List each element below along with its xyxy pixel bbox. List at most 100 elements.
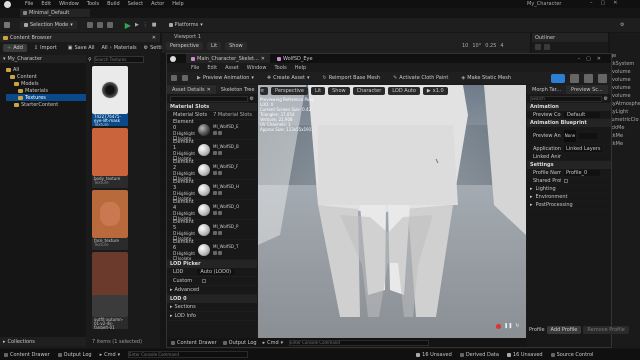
lighting-row[interactable]: ▸ Lighting [527,185,611,193]
material-thumbnail[interactable] [198,143,210,156]
output-log-button[interactable]: Output Log [222,340,257,346]
browse-icon[interactable] [213,151,217,155]
record-icon[interactable] [496,323,501,329]
mesh-mode-icon[interactable] [570,73,579,83]
cinematics-icon[interactable] [106,22,113,28]
profile-name-input[interactable]: Profile_0 [564,169,600,176]
blueprint-icon[interactable] [96,22,103,28]
playback-speed-button[interactable]: ▶ x1.0 [422,87,448,95]
details-item[interactable]: ckSystem [610,61,640,69]
details-item[interactable]: ickMe [610,125,640,133]
material-thumbnail[interactable] [198,163,210,176]
settings-icon[interactable]: ⚙ [604,96,608,102]
content-drawer-button[interactable]: Content Drawer [4,352,50,358]
use-selected-icon[interactable] [218,231,222,235]
material-dropdown[interactable]: MI_WolfSD_T [213,244,238,249]
perspective-button[interactable]: Perspective [271,87,308,95]
material-thumbnail[interactable] [198,223,210,236]
level-viewport[interactable]: Viewport 1 Perspective Lit Show 10 10° 0… [162,33,530,53]
environment-row[interactable]: ▸ Environment [527,193,611,201]
lit-button[interactable]: Lit [206,42,222,50]
import-button[interactable]: ⇩ Import [30,44,61,52]
collections-section[interactable]: ▸ Collections [0,337,86,346]
tree-root[interactable]: ▾ My_Character [0,55,86,63]
preview-animation-button[interactable]: ▶ Preview Animation ▾ [193,74,258,82]
content-drawer-button[interactable]: Content Drawer [171,340,217,346]
viewport-options-button[interactable]: ≡ [260,87,268,95]
highlight-checkbox[interactable] [173,251,176,255]
menu-build[interactable]: Build [107,1,120,7]
asset-tile[interactable]: face_texture Texture [92,190,128,250]
close-icon[interactable]: ✕ [261,56,265,62]
level-tab[interactable]: Minimal_Default [20,9,90,17]
highlight-checkbox[interactable] [173,191,176,195]
highlight-checkbox[interactable] [173,151,176,155]
source-control-button[interactable]: Source Control [550,352,593,358]
browse-icon[interactable] [213,231,217,235]
use-selected-icon[interactable] [218,251,222,255]
breadcrumb-all[interactable]: All [102,45,108,51]
tree-item-textures[interactable]: Textures [6,94,86,101]
asset-tile[interactable]: outfit-autumn-01-v2-4k-fanbelt-01Texture [92,295,128,329]
use-selected-icon[interactable] [218,151,222,155]
preview-anim-thumbnail[interactable]: None [564,129,576,142]
lod-auto-button[interactable]: LOD Auto [388,87,420,95]
animation-header[interactable]: Animation [527,103,611,111]
breadcrumb-materials[interactable]: Materials [114,45,137,51]
material-thumbnail[interactable] [198,243,210,256]
details-item[interactable]: rvolume [610,69,640,77]
add-profile-button[interactable]: Add Profile [546,326,582,334]
material-thumbnail[interactable] [198,203,210,216]
tree-item-all[interactable]: All [6,66,86,73]
more-icon[interactable]: ⋮ [143,22,148,28]
use-selected-icon[interactable] [218,171,222,175]
menu-window[interactable]: Window [59,1,79,7]
save-all-button[interactable]: ▣ Save All [64,44,99,52]
tab-preview-scene[interactable]: Preview Sc... [566,85,608,94]
settings-icon[interactable]: ⚙ [620,22,624,28]
lod-dropdown[interactable]: Auto (LOD0) [197,269,235,275]
pause-icon[interactable]: ❚❚ [504,323,512,329]
unsaved-indicator[interactable]: 16 Unsaved [416,352,452,358]
create-asset-button[interactable]: ✚ Create Asset ▾ [263,74,314,82]
show-button[interactable]: Show [225,42,247,50]
use-selected-icon[interactable] [218,191,222,195]
loop-icon[interactable]: ↻ [515,323,519,329]
search-input[interactable] [93,56,144,63]
settings-icon[interactable]: ⚙ [250,96,254,102]
make-static-mesh-button[interactable]: ◈ Make Static Mesh [457,74,515,82]
details-search-input[interactable] [170,95,248,102]
tree-item-content[interactable]: Content [6,73,86,80]
editor-menu-window[interactable]: Window [247,65,267,71]
play-icon[interactable]: ▶ [125,21,131,30]
skeleton-mode-icon[interactable] [551,73,565,83]
settings-header[interactable]: Settings [527,161,611,169]
character-button[interactable]: Character [352,87,386,95]
menu-file[interactable]: File [25,1,33,7]
custom-checkbox[interactable] [202,279,207,283]
preview-controller-dropdown[interactable]: Default [564,111,600,118]
menu-actor[interactable]: Actor [151,1,164,7]
cmd-button[interactable]: ▸ Cmd ▾ [100,352,121,358]
close-icon[interactable]: ✕ [152,35,156,41]
details-item[interactable]: ckMe [610,141,640,149]
outliner-tab[interactable]: Outliner [532,33,608,42]
shared-profile-checkbox[interactable] [564,178,568,183]
viewport-tab[interactable]: Viewport 1 [162,33,530,41]
highlight-checkbox[interactable] [173,231,176,235]
preview-anim-dropdown[interactable] [579,132,597,139]
menu-select[interactable]: Select [128,1,143,7]
editor-menu-asset[interactable]: Asset [225,65,239,71]
reimport-base-mesh-button[interactable]: ↻ Reimport Base Mesh [319,74,385,82]
tab-morph-target[interactable]: Morph Tar... [527,85,566,94]
highlight-checkbox[interactable] [173,211,176,215]
unsaved-indicator-2[interactable]: 16 Unsaved [506,352,543,358]
material-dropdown[interactable]: MI_WolfSD_H [213,184,239,189]
tree-item-starter-content[interactable]: StarterContent [6,101,86,108]
use-selected-icon[interactable] [218,211,222,215]
console-input[interactable] [128,351,249,358]
preview-search-input[interactable] [530,95,602,102]
tree-item-materials[interactable]: Materials [6,87,86,94]
browse-icon[interactable] [213,211,217,215]
material-thumbnail[interactable] [198,123,210,136]
